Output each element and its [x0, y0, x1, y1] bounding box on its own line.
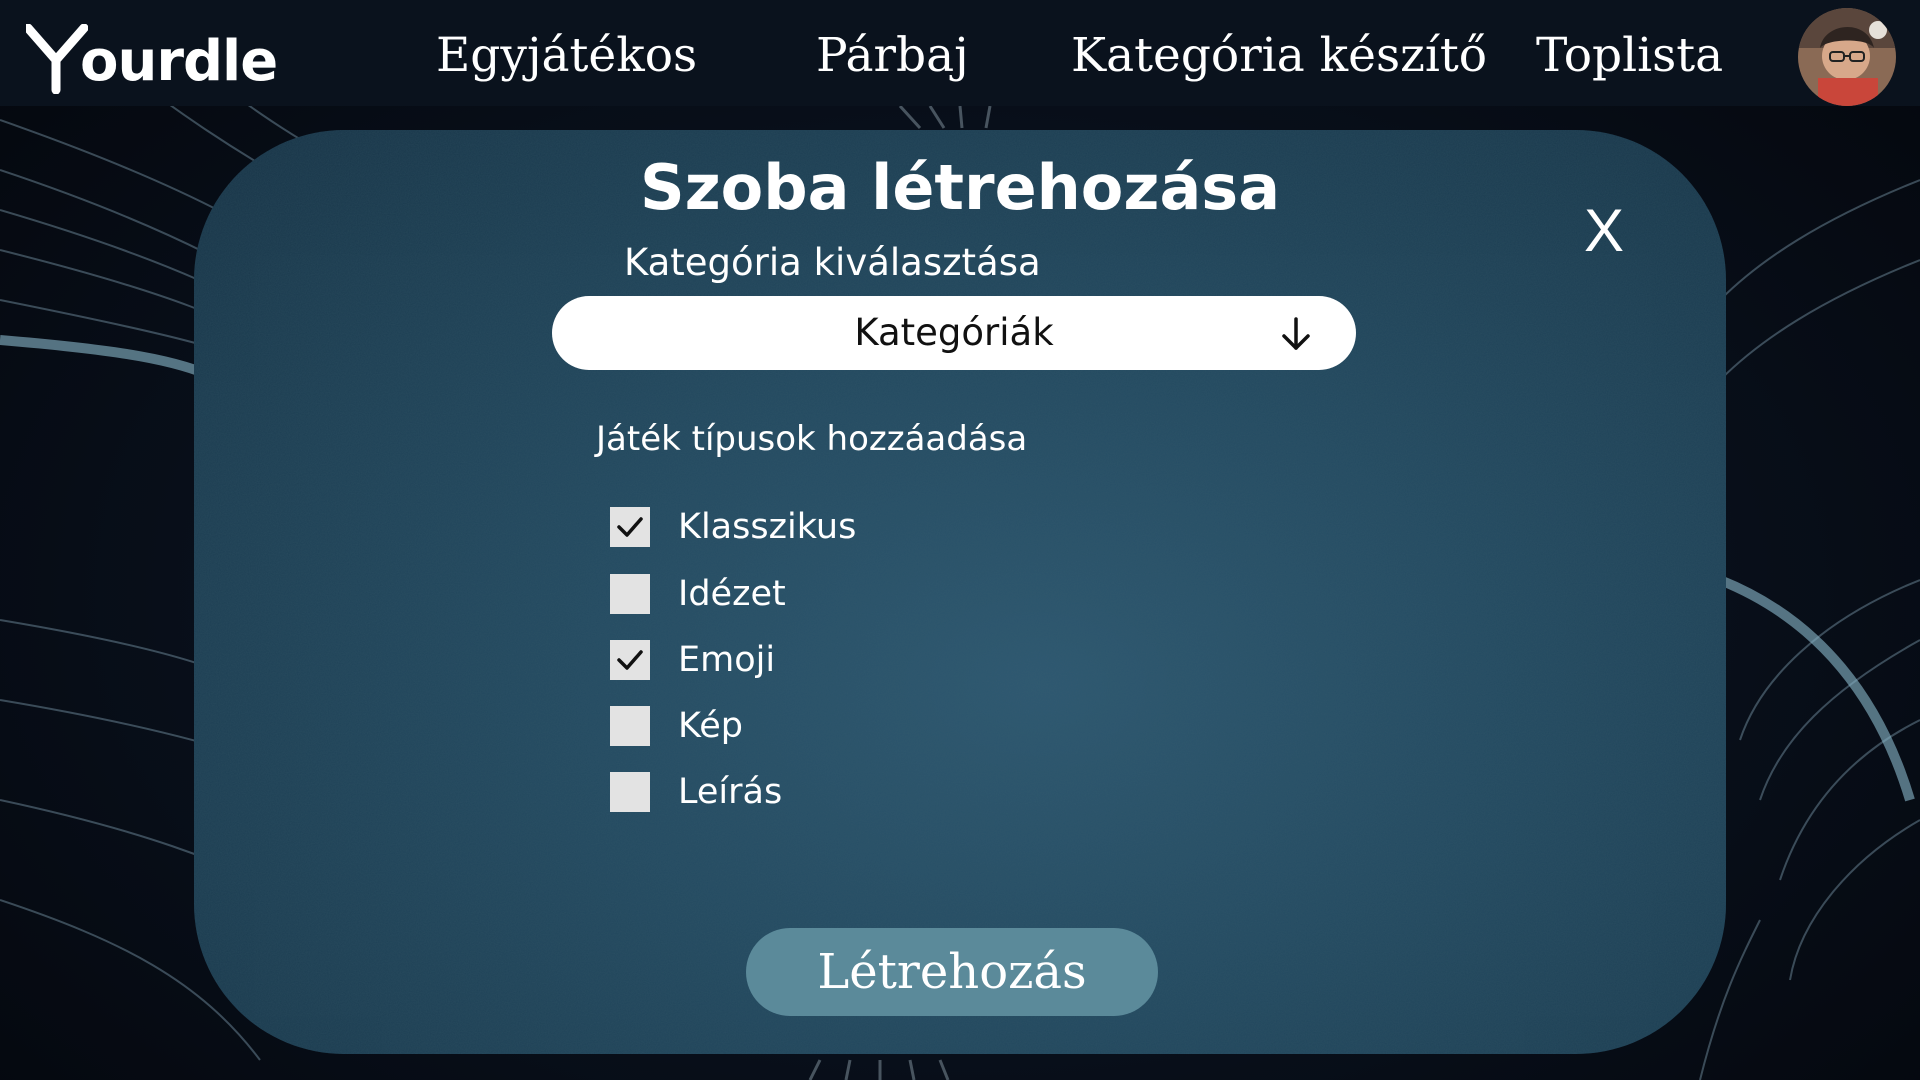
nav-item-duel[interactable]: Párbaj: [816, 26, 969, 86]
logo-text: ourdle: [80, 29, 278, 94]
checkbox-classic[interactable]: [610, 507, 650, 547]
game-type-option-description[interactable]: Leírás: [610, 770, 782, 814]
category-dropdown-value: Kategóriák: [854, 311, 1054, 354]
y-chevron-logo-icon: [26, 24, 88, 94]
game-type-option-emoji[interactable]: Emoji: [610, 638, 775, 682]
avatar-icon: [1798, 8, 1896, 106]
checkbox-emoji[interactable]: [610, 640, 650, 680]
checkmark-icon: [617, 650, 643, 670]
game-type-label: Idézet: [678, 574, 786, 614]
modal-title: Szoba létrehozása: [639, 151, 1281, 224]
user-avatar[interactable]: [1798, 8, 1896, 106]
game-type-label: Emoji: [678, 640, 776, 680]
close-button[interactable]: X: [1574, 196, 1634, 266]
nav-item-leaderboard[interactable]: Toplista: [1536, 26, 1723, 86]
nav-item-singleplayer[interactable]: Egyjátékos: [436, 26, 697, 86]
nav-item-category-creator[interactable]: Kategória készítő: [1071, 26, 1487, 86]
checkmark-icon: [617, 517, 643, 537]
category-dropdown[interactable]: Kategóriák: [552, 296, 1356, 370]
game-type-option-classic[interactable]: Klasszikus: [610, 505, 856, 549]
checkbox-quote[interactable]: [610, 574, 650, 614]
game-type-label: Kép: [678, 706, 743, 746]
category-select-label: Kategória kiválasztása: [624, 241, 1041, 284]
create-room-button[interactable]: Létrehozás: [746, 928, 1158, 1016]
game-type-label: Leírás: [678, 772, 783, 812]
game-types-label: Játék típusok hozzáadása: [596, 419, 1028, 459]
checkbox-description[interactable]: [610, 772, 650, 812]
game-type-option-image[interactable]: Kép: [610, 704, 743, 748]
checkbox-image[interactable]: [610, 706, 650, 746]
game-type-label: Klasszikus: [678, 507, 857, 547]
game-type-option-quote[interactable]: Idézet: [610, 572, 786, 616]
create-room-modal: Szoba létrehozása X Kategória kiválasztá…: [194, 130, 1726, 1054]
brand-logo[interactable]: ourdle: [26, 14, 278, 94]
arrow-down-icon: [1282, 317, 1310, 350]
